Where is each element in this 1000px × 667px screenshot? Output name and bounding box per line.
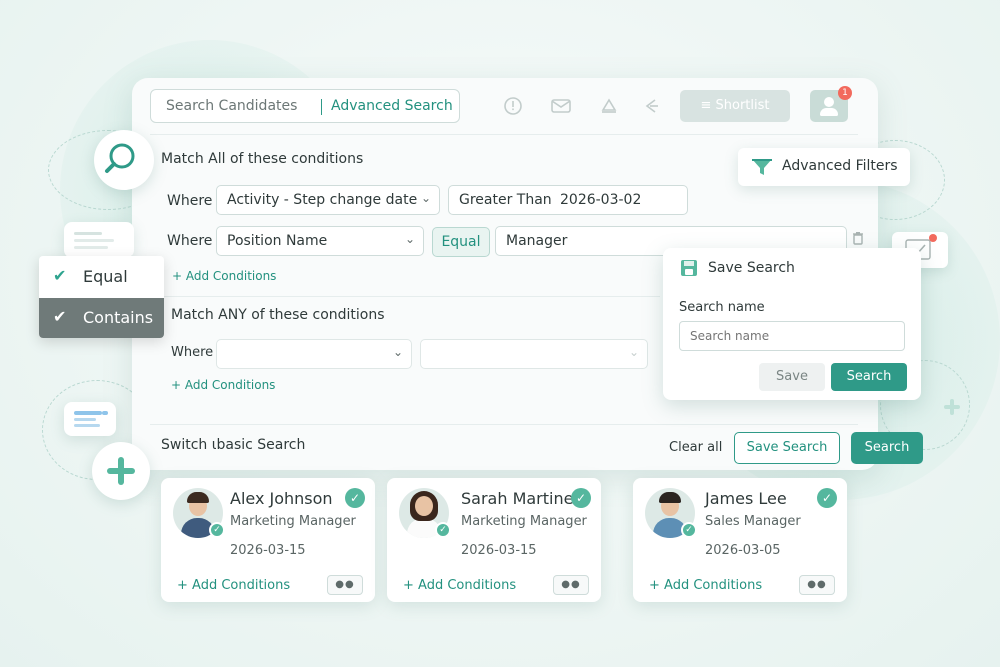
operator-select-empty[interactable]: ⌄: [420, 339, 648, 369]
verified-icon: ✓: [681, 522, 697, 538]
search-bar[interactable]: Search Candidates Advanced Search: [150, 89, 460, 123]
check-circle-icon: ✓: [571, 488, 591, 508]
candidate-date: 2026-03-15: [461, 543, 537, 558]
search-name-label: Search name: [679, 300, 765, 315]
operator-select[interactable]: Equal: [432, 227, 490, 257]
save-button[interactable]: Save: [759, 363, 825, 391]
check-icon: ✔: [53, 307, 67, 326]
divider: [321, 99, 322, 115]
check-circle-icon: ✓: [345, 488, 365, 508]
add-conditions-link[interactable]: + Add Conditions: [403, 578, 516, 593]
value-field[interactable]: Greater Than 2026-03-02: [448, 185, 688, 215]
candidate-card[interactable]: ✓ Alex Johnson Marketing Manager 2026-03…: [161, 478, 375, 602]
search-candidates-placeholder[interactable]: Search Candidates: [166, 98, 297, 114]
field-select-empty[interactable]: ⌄: [216, 339, 412, 369]
back-icon[interactable]: [640, 96, 662, 116]
save-search-popup: Save Search Search name Save Search: [663, 248, 921, 400]
field-value: Activity - Step change date: [227, 192, 418, 208]
list-icon: ≡: [700, 98, 716, 113]
popup-title: Save Search: [708, 260, 795, 276]
candidate-name: Alex Johnson: [230, 489, 333, 508]
notes-card: [64, 402, 116, 436]
option-label: Equal: [83, 267, 128, 286]
candidate-role: Sales Manager: [705, 514, 801, 529]
candidate-card[interactable]: ✓ James Lee Sales Manager 2026-03-05 ✓ +…: [633, 478, 847, 602]
search-bubble: [94, 130, 154, 190]
shortlist-button[interactable]: ≡ Shortlist: [680, 90, 790, 122]
verified-icon: ✓: [209, 522, 225, 538]
add-bubble[interactable]: [92, 442, 150, 500]
mail-icon[interactable]: [550, 96, 572, 116]
search-button[interactable]: Search: [831, 363, 907, 391]
trash-icon[interactable]: [850, 230, 866, 246]
check-icon: ✔: [53, 266, 67, 285]
operator-dropdown[interactable]: ✔ Equal ✔ Contains: [39, 256, 164, 338]
plus-icon: [107, 457, 135, 485]
add-conditions-link[interactable]: + Add Conditions: [172, 269, 276, 283]
where-label: Where: [171, 345, 214, 360]
add-conditions-link[interactable]: + Add Conditions: [177, 578, 290, 593]
more-options-button[interactable]: ●●: [553, 575, 589, 595]
candidate-date: 2026-03-05: [705, 543, 781, 558]
user-icon-body: [820, 108, 838, 116]
more-options-button[interactable]: ●●: [327, 575, 363, 595]
operator-value: Greater Than: [459, 192, 552, 208]
field-select[interactable]: Activity - Step change date ⌄: [216, 185, 440, 215]
check-circle-icon: ✓: [817, 488, 837, 508]
search-icon: [105, 143, 135, 173]
dropdown-option-equal[interactable]: ✔ Equal: [39, 256, 164, 298]
candidate-name: James Lee: [705, 489, 787, 508]
chevron-down-icon: ⌄: [420, 191, 431, 205]
field-select[interactable]: Position Name ⌄: [216, 226, 424, 256]
notification-badge: 1: [838, 86, 852, 100]
field-value: Position Name: [227, 233, 328, 249]
chevron-down-icon: ⌄: [392, 345, 403, 359]
chevron-down-icon: ⌄: [628, 345, 639, 359]
advanced-filters-label: Advanced Filters: [782, 158, 898, 174]
search-name-field[interactable]: [679, 321, 905, 351]
user-icon: [824, 97, 834, 107]
more-options-button[interactable]: ●●: [799, 575, 835, 595]
candidate-card[interactable]: ✓ Sarah Martinez Marketing Manager 2026-…: [387, 478, 601, 602]
candidate-role: Marketing Manager: [230, 514, 356, 529]
filter-icon: [752, 159, 772, 175]
divider: [150, 424, 858, 425]
search-button[interactable]: Search: [851, 432, 923, 464]
value-text: Manager: [506, 233, 568, 249]
chevron-down-icon: ⌄: [404, 232, 415, 246]
add-conditions-link[interactable]: + Add Conditions: [171, 378, 275, 392]
floppy-icon: [681, 260, 697, 276]
bell-icon[interactable]: [598, 96, 620, 116]
divider: [150, 134, 858, 135]
document-icon: [74, 232, 114, 249]
option-label: Contains: [83, 308, 154, 327]
divider: [150, 296, 660, 297]
candidate-role: Marketing Manager: [461, 514, 587, 529]
advanced-search-link[interactable]: Advanced Search: [331, 98, 453, 114]
notes-icon: [74, 411, 108, 427]
where-label: Where: [167, 233, 213, 249]
candidate-date: 2026-03-15: [230, 543, 306, 558]
search-name-input[interactable]: [690, 329, 890, 343]
match-any-title: Match ANY of these conditions: [171, 307, 385, 323]
date-value: 2026-03-02: [560, 192, 642, 208]
clear-all-link[interactable]: Clear all: [669, 440, 722, 455]
add-conditions-link[interactable]: + Add Conditions: [649, 578, 762, 593]
plus-icon: [944, 399, 960, 415]
save-search-button[interactable]: Save Search: [734, 432, 840, 464]
advanced-filters-widget[interactable]: Advanced Filters: [738, 148, 910, 186]
verified-icon: ✓: [435, 522, 451, 538]
dropdown-option-contains[interactable]: ✔ Contains: [39, 298, 164, 338]
match-all-title: Match All of these conditions: [161, 151, 364, 167]
candidate-name: Sarah Martinez: [461, 489, 582, 508]
document-card: [64, 222, 134, 258]
shortlist-label: Shortlist: [715, 98, 770, 113]
where-label: Where: [167, 193, 213, 209]
info-icon[interactable]: [502, 96, 524, 116]
switch-basic-search-link[interactable]: Switch ιbasic Search: [161, 437, 305, 453]
